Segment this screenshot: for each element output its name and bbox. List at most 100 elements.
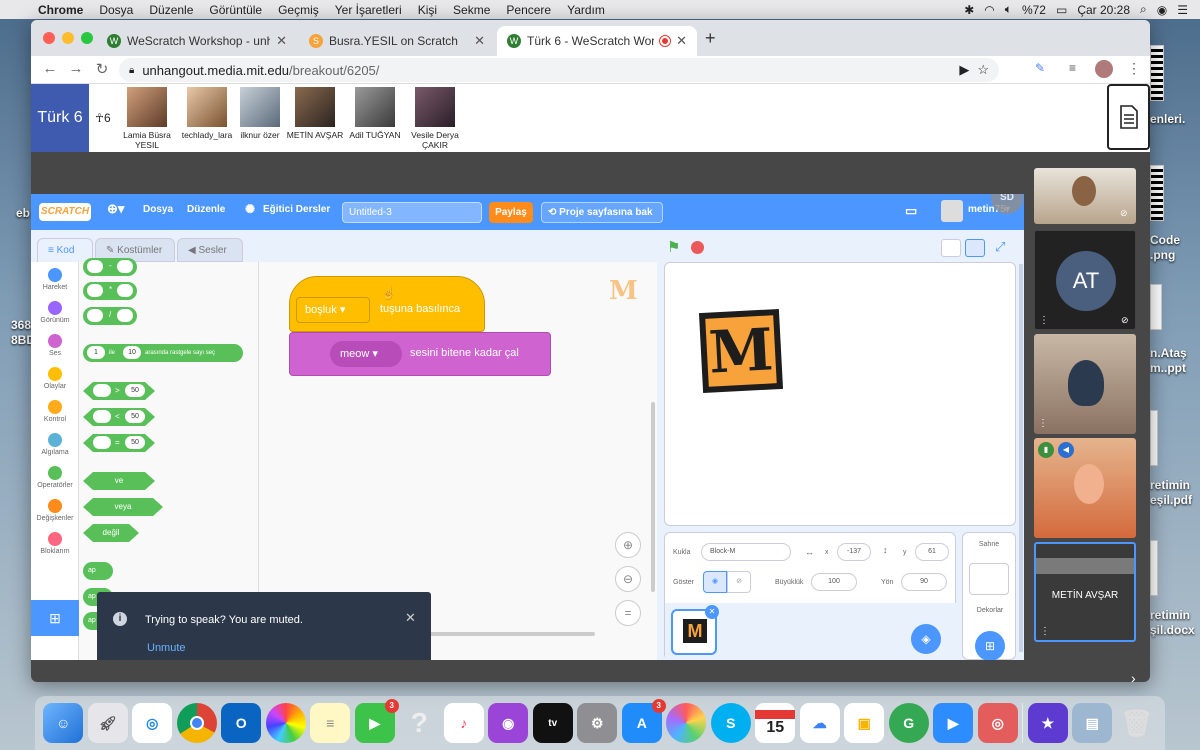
add-extension-button[interactable]: ⊞ bbox=[31, 600, 79, 636]
key-dropdown[interactable]: boşluk ▾ bbox=[296, 297, 370, 323]
zoom-window-button[interactable] bbox=[81, 32, 93, 44]
menubar-item[interactable]: Düzenle bbox=[141, 3, 201, 17]
skype-icon[interactable]: S bbox=[710, 703, 751, 743]
desktop-file-icon[interactable] bbox=[1150, 540, 1158, 596]
desktop-file-label[interactable]: enleri. bbox=[1150, 112, 1185, 126]
desktop-qr-icon[interactable] bbox=[1150, 45, 1164, 101]
menubar-item[interactable]: Görüntüle bbox=[201, 3, 270, 17]
wifi-icon[interactable]: ◠ bbox=[984, 3, 994, 17]
desktop-file-label[interactable]: eb bbox=[16, 206, 30, 220]
category-variables[interactable]: Değişkenler bbox=[31, 499, 79, 522]
desktop-file-label[interactable]: eşil.pdf bbox=[1150, 493, 1192, 507]
x-input[interactable]: -137 bbox=[837, 543, 871, 561]
desktop-file-label[interactable]: retimin bbox=[1150, 478, 1190, 492]
extension-icon[interactable]: ✎ bbox=[1035, 61, 1045, 75]
less-than-block[interactable]: <50 bbox=[83, 408, 155, 426]
large-stage-icon[interactable] bbox=[965, 239, 985, 257]
icloud-icon[interactable]: ☁ bbox=[799, 703, 840, 743]
tutorials-menu[interactable]: Eğitici Dersler bbox=[263, 204, 330, 215]
video-thumbnail[interactable]: ⋮ bbox=[1034, 334, 1136, 434]
apple-tv-icon[interactable]: tv bbox=[532, 703, 573, 743]
profile-avatar[interactable] bbox=[1095, 60, 1113, 78]
browser-tab[interactable]: S Busra.YESIL on Scratch ✕ bbox=[299, 26, 495, 56]
fullscreen-icon[interactable]: ⤢ bbox=[995, 239, 1005, 255]
see-project-page-button[interactable]: ⟲ Proje sayfasına bak bbox=[541, 202, 663, 223]
back-icon[interactable]: ← bbox=[39, 60, 61, 80]
finder-icon[interactable]: ☺ bbox=[43, 703, 84, 743]
app-store-icon[interactable]: A3 bbox=[621, 699, 666, 743]
trash-icon[interactable]: 🗑︎ bbox=[1117, 703, 1157, 743]
menubar-item[interactable]: Yer İşaretleri bbox=[327, 3, 410, 17]
participant[interactable]: Adil TUĞYAN bbox=[345, 87, 405, 140]
multiply-block[interactable]: * bbox=[83, 282, 137, 300]
category-motion[interactable]: Hareket bbox=[31, 268, 79, 291]
menubar-item[interactable]: Pencere bbox=[498, 3, 559, 17]
safari-icon[interactable]: ◎ bbox=[132, 703, 173, 743]
video-thumbnail[interactable]: ⊘ bbox=[1034, 168, 1136, 224]
category-operators[interactable]: Operatörler bbox=[31, 466, 79, 489]
google-meet-icon[interactable]: ▣ bbox=[844, 703, 885, 743]
unmute-button[interactable]: Unmute bbox=[147, 642, 186, 654]
menubar-item[interactable]: Yardım bbox=[559, 3, 613, 17]
url-input[interactable]: 🔒︎ unhangout.media.mit.edu/breakout/6205… bbox=[119, 58, 999, 82]
desktop-qr-icon[interactable] bbox=[1150, 165, 1164, 221]
menubar-item[interactable]: Dosya bbox=[91, 3, 141, 17]
and-block[interactable]: ve bbox=[83, 472, 155, 490]
desktop-file-icon[interactable] bbox=[1150, 284, 1162, 330]
minimize-window-button[interactable] bbox=[62, 32, 74, 44]
star-app-icon[interactable]: ★ bbox=[1027, 703, 1068, 743]
desktop-file-label[interactable]: n.Ataş bbox=[1150, 346, 1187, 360]
media-control-icon[interactable]: ≡ bbox=[1069, 61, 1076, 75]
desktop-file-label[interactable]: m..ppt bbox=[1150, 361, 1186, 375]
more-menu-icon[interactable]: ⋮ bbox=[1127, 60, 1141, 77]
not-block[interactable]: değil bbox=[83, 524, 139, 542]
video-thumbnail-speaking[interactable]: ▮ ◀︎ bbox=[1034, 438, 1136, 538]
zoom-in-icon[interactable]: ⊕ bbox=[615, 532, 641, 558]
block-input[interactable]: 50 bbox=[125, 384, 145, 397]
forward-icon[interactable]: → bbox=[65, 60, 87, 80]
close-tab-icon[interactable]: ✕ bbox=[276, 33, 287, 49]
menubar-item[interactable]: Kişi bbox=[410, 3, 445, 17]
close-window-button[interactable] bbox=[43, 32, 55, 44]
scratch-logo[interactable]: SCRATCH bbox=[39, 203, 91, 221]
launchpad-icon[interactable]: 🚀︎ bbox=[87, 703, 128, 743]
tab-code[interactable]: ≡ Kod bbox=[37, 238, 93, 262]
screen-recorder-icon[interactable]: ◎ bbox=[977, 703, 1018, 743]
category-sound[interactable]: Ses bbox=[31, 334, 79, 357]
category-sensing[interactable]: Algılama bbox=[31, 433, 79, 456]
sprite-block-m[interactable]: M bbox=[698, 308, 784, 394]
grammarly-icon[interactable]: G bbox=[888, 703, 929, 743]
volume-icon[interactable]: 🔈︎ bbox=[1005, 2, 1012, 17]
menubar-item[interactable]: Sekme bbox=[445, 3, 498, 17]
color-palette-icon[interactable] bbox=[666, 703, 707, 743]
vertical-scrollbar[interactable] bbox=[651, 402, 655, 592]
desktop-file-label[interactable]: .png bbox=[1150, 248, 1175, 262]
clock[interactable]: Çar 20:28 bbox=[1077, 3, 1130, 17]
more-options-icon[interactable]: ⋮ bbox=[1039, 315, 1049, 326]
stage-thumbnail[interactable] bbox=[969, 563, 1009, 595]
file-menu[interactable]: Dosya bbox=[143, 204, 173, 215]
show-visible-eye-icon[interactable]: ◉ bbox=[703, 571, 727, 593]
participant[interactable]: METİN AVŞAR bbox=[285, 87, 345, 140]
bluetooth-icon[interactable]: ✱ bbox=[964, 3, 974, 17]
category-control[interactable]: Kontrol bbox=[31, 400, 79, 423]
greater-than-block[interactable]: >50 bbox=[83, 382, 155, 400]
stop-icon[interactable] bbox=[691, 241, 704, 254]
choose-sprite-button[interactable]: ◈ bbox=[911, 624, 941, 654]
browser-tab-active[interactable]: W Türk 6 - WeScratch Worksho ✕ bbox=[497, 26, 697, 56]
podcasts-icon[interactable]: ◉ bbox=[488, 703, 529, 743]
share-button[interactable]: Paylaş bbox=[489, 202, 533, 223]
block-input[interactable]: 10 bbox=[123, 346, 141, 359]
calendar-icon[interactable]: 15 bbox=[755, 703, 796, 743]
preview-icon[interactable]: ▤ bbox=[1072, 703, 1113, 743]
or-block[interactable]: veya bbox=[83, 498, 163, 516]
choose-backdrop-button[interactable]: ⊞ bbox=[975, 631, 1005, 660]
y-input[interactable]: 61 bbox=[915, 543, 949, 561]
language-globe-icon[interactable]: ⊕▾ bbox=[107, 201, 124, 217]
video-thumbnail-selected[interactable]: METİN AVŞAR ⋮ bbox=[1034, 542, 1136, 642]
close-icon[interactable]: ✕ bbox=[405, 610, 416, 626]
category-my-blocks[interactable]: Bloklarım bbox=[31, 532, 79, 555]
subtract-block[interactable]: - bbox=[83, 258, 137, 276]
category-events[interactable]: Olaylar bbox=[31, 367, 79, 390]
block-input[interactable]: 50 bbox=[125, 436, 145, 449]
